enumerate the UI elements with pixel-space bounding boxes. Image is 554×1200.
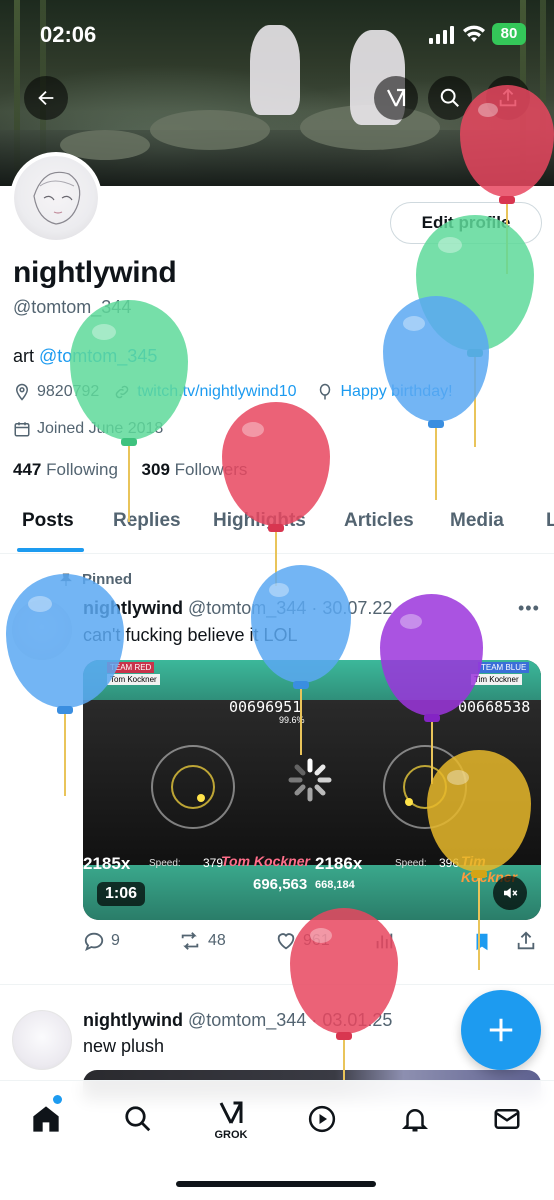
right-team-label: TEAM BLUE [478,662,530,673]
left-total-score: 696,563 [253,876,308,893]
following-count: 447 [13,460,42,479]
more-options-icon[interactable]: ••• [518,598,540,619]
grok-button[interactable] [374,76,418,120]
play-circle-icon [308,1105,336,1133]
plus-icon [489,1018,513,1042]
cellular-signal-icon [429,26,454,44]
right-combo: 2186x [315,854,363,873]
wifi-icon [463,25,485,42]
location-pin-icon [15,383,29,401]
tab-articles[interactable]: Articles [344,510,414,532]
avatar-sketch [33,171,81,225]
nav-grok-label: GROK [214,1129,248,1141]
display-name: nightlywind [13,256,177,289]
balloon-red [290,908,398,1080]
nav-grok[interactable] [211,1093,251,1133]
bell-icon [401,1109,429,1132]
repost-count: 48 [208,932,226,949]
status-time: 02:06 [40,22,97,47]
tweet-author-handle[interactable]: @tomtom_344 [188,1010,306,1030]
reply-icon [84,932,104,952]
video-duration: 1:06 [97,882,146,906]
home-notification-dot [53,1095,62,1104]
left-combo: 2185x [83,854,131,873]
repost-icon [181,932,199,950]
right-speed-label: Speed: [395,858,427,869]
tweet-avatar[interactable] [12,1010,72,1070]
reply-count: 9 [111,932,120,949]
tweet-author-name[interactable]: nightlywind [83,1010,183,1030]
tab-media[interactable]: Media [450,510,504,532]
home-icon [33,1106,59,1132]
tab-posts[interactable]: Posts [22,510,74,532]
profile-avatar[interactable] [10,152,102,244]
left-speed-label: Speed: [149,858,181,869]
bio-text: art [13,346,40,366]
right-total-score: 668,184 [315,879,355,891]
balloon-blue [383,296,489,500]
status-bar: 02:06 80 [0,0,554,70]
nav-home[interactable] [26,1099,66,1139]
tweet-text: new plush [83,1036,165,1056]
loading-spinner-icon [288,758,332,802]
arrow-left-icon [38,90,54,106]
search-icon [125,1106,151,1132]
compose-post-button[interactable] [461,990,541,1070]
nav-video[interactable] [302,1099,342,1139]
balloon-green [70,300,188,522]
balloon-icon [320,383,331,400]
tab-likes[interactable]: L [546,510,554,532]
tweet-divider [0,984,554,985]
nav-messages[interactable] [487,1099,527,1139]
envelope-icon [494,1109,520,1129]
repost-button[interactable]: 48 [178,930,226,952]
balloon-yellow [427,750,531,970]
grok-icon [387,88,406,107]
balloon-blue [251,565,351,755]
active-tab-indicator [17,548,84,552]
home-indicator [176,1181,376,1187]
back-button[interactable] [24,76,68,120]
nav-notifications[interactable] [395,1099,435,1139]
balloon-blue [6,574,124,796]
reply-button[interactable]: 9 [83,930,120,952]
left-player-name: Tom Kockner [221,853,310,869]
calendar-icon [14,422,30,437]
battery-indicator: 80 [492,23,526,45]
grok-icon [219,1101,243,1124]
search-icon [440,88,459,107]
nav-explore[interactable] [118,1099,158,1139]
balloon-red [222,402,330,586]
